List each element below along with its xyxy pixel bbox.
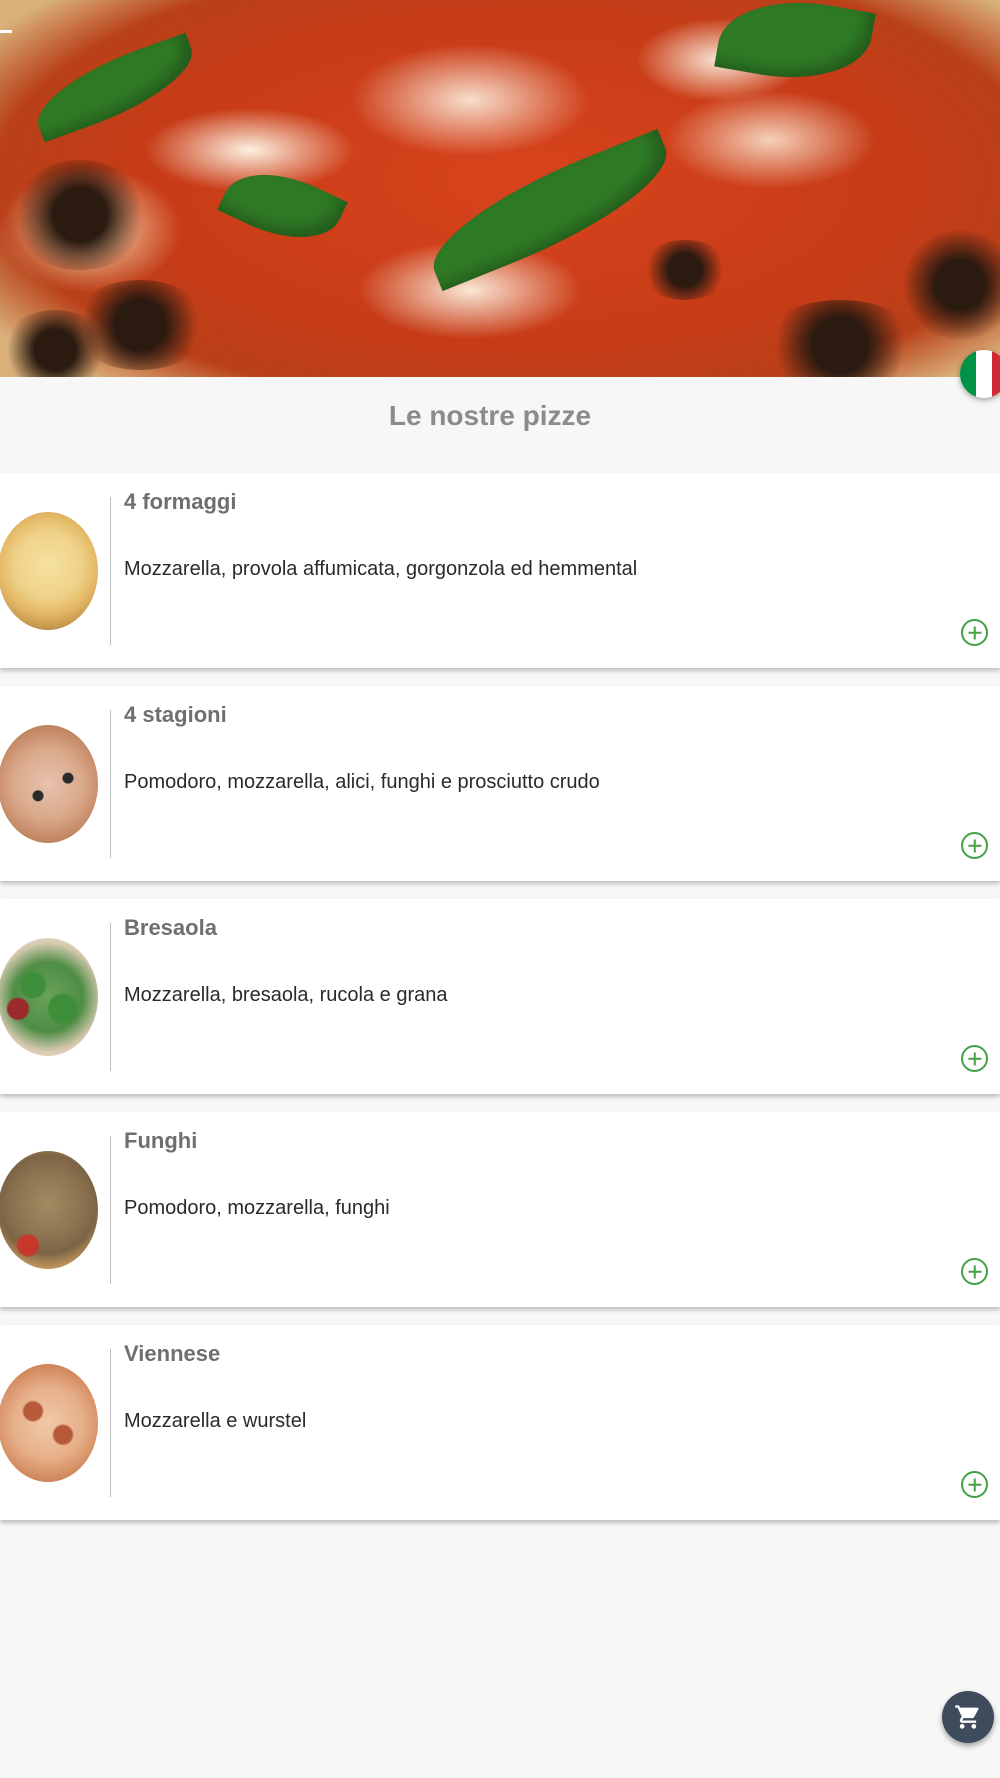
divider [110, 710, 111, 858]
divider [110, 1349, 111, 1497]
divider [110, 923, 111, 1071]
cart-glyph-icon [955, 1705, 979, 1729]
bresaola-image [0, 938, 98, 1056]
add-circle-icon[interactable] [961, 1045, 988, 1072]
quattro-formaggi-image [0, 512, 98, 630]
add-circle-icon[interactable] [961, 619, 988, 646]
menu-item-card: Bresaola Mozzarella, bresaola, rucola e … [0, 899, 1000, 1094]
divider [110, 1136, 111, 1284]
item-description: Mozzarella e wurstel [124, 1410, 307, 1432]
item-name: Viennese [124, 1341, 221, 1366]
viennese-image [0, 1364, 98, 1482]
item-description: Pomodoro, mozzarella, alici, funghi e pr… [124, 771, 600, 793]
add-circle-icon[interactable] [961, 1471, 988, 1498]
shopping-cart-icon[interactable] [942, 1691, 994, 1743]
back-arrow-icon[interactable] [0, 30, 12, 33]
menu-item-card: 4 formaggi Mozzarella, provola affumicat… [0, 473, 1000, 668]
menu-item-card: 4 stagioni Pomodoro, mozzarella, alici, … [0, 686, 1000, 881]
add-circle-icon[interactable] [961, 832, 988, 859]
page-title: Le nostre pizze [388, 400, 592, 431]
item-description: Pomodoro, mozzarella, funghi [124, 1197, 390, 1219]
item-description: Mozzarella, provola affumicata, gorgonzo… [124, 558, 638, 580]
quattro-stagioni-image [0, 725, 98, 843]
menu-item-card: Funghi Pomodoro, mozzarella, funghi [0, 1112, 1000, 1307]
divider [110, 497, 111, 645]
menu-item-card: Viennese Mozzarella e wurstel [0, 1325, 1000, 1520]
item-description: Mozzarella, bresaola, rucola e grana [124, 984, 448, 1006]
hero-pizza-image [0, 0, 1000, 377]
item-name: 4 stagioni [124, 702, 227, 727]
funghi-image [0, 1151, 98, 1269]
add-circle-icon[interactable] [961, 1258, 988, 1285]
item-name: 4 formaggi [124, 489, 237, 514]
italian-flag-icon[interactable] [960, 350, 1000, 398]
item-name: Bresaola [124, 915, 217, 940]
item-name: Funghi [124, 1128, 198, 1153]
